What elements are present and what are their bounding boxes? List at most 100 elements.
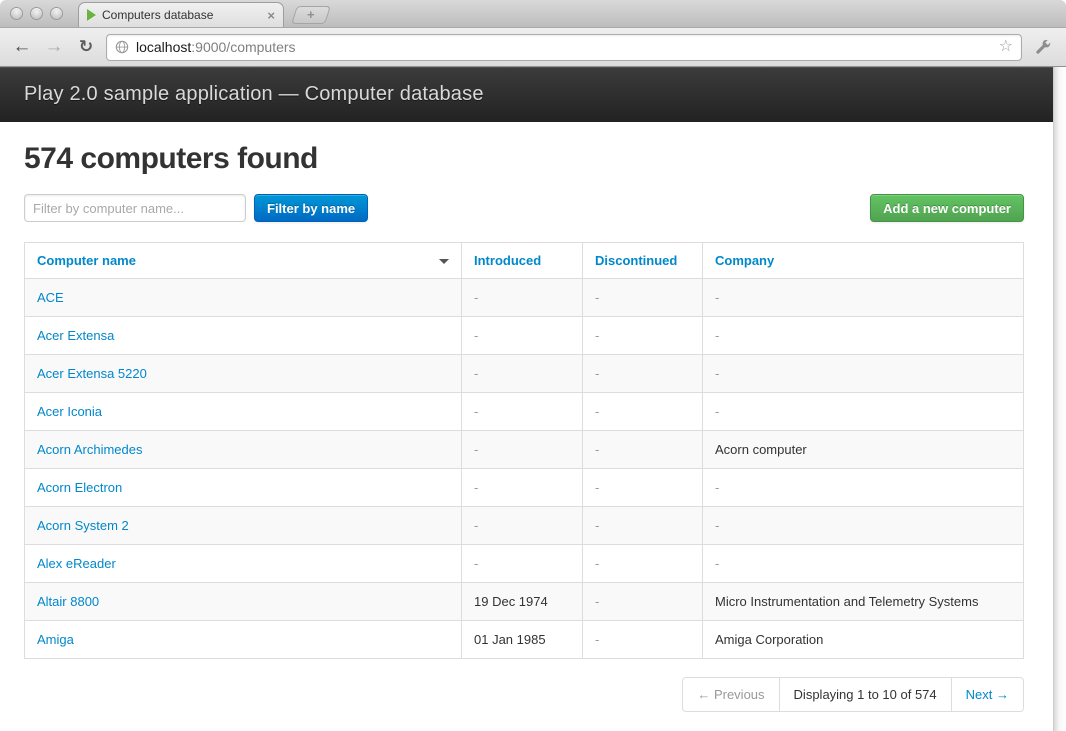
- table-row: Altair 8800 19 Dec 1974-Micro Instrumenta…: [25, 583, 1024, 621]
- url-bar[interactable]: localhost:9000/computers ☆: [106, 34, 1022, 61]
- page-body: 574 computers found Filter by name Add a…: [0, 122, 1053, 731]
- wrench-menu-button[interactable]: [1030, 34, 1056, 60]
- computer-name-cell: Alex eReader: [25, 545, 462, 583]
- computers-table: Computer name Introduced Discontinued Co…: [24, 242, 1024, 659]
- pagination: ← Previous Displaying 1 to 10 of 574 Nex…: [682, 677, 1024, 712]
- actions-bar: Filter by name Add a new computer: [24, 194, 1024, 222]
- computer-link[interactable]: Acorn Electron: [37, 480, 122, 495]
- computer-name-cell: Acorn Electron: [25, 469, 462, 507]
- company-cell: -: [703, 355, 1024, 393]
- close-tab-icon[interactable]: ×: [267, 9, 275, 22]
- minimize-window-button[interactable]: [30, 7, 43, 20]
- computer-link[interactable]: Acer Iconia: [37, 404, 102, 419]
- pagination-status-item: Displaying 1 to 10 of 574: [780, 677, 952, 712]
- previous-button[interactable]: ← Previous: [682, 677, 779, 712]
- column-header-company[interactable]: Company: [703, 243, 1024, 279]
- introduced-cell: -: [462, 507, 583, 545]
- url-text[interactable]: localhost:9000/computers: [136, 39, 992, 55]
- bookmark-star-icon[interactable]: ☆: [999, 39, 1013, 55]
- pagination-previous-item: ← Previous: [682, 677, 779, 712]
- introduced-cell: -: [462, 355, 583, 393]
- introduced-cell: -: [462, 431, 583, 469]
- computer-link[interactable]: ACE: [37, 290, 64, 305]
- computer-link[interactable]: Amiga: [37, 632, 74, 647]
- column-header-computer-name[interactable]: Computer name: [25, 243, 462, 279]
- introduced-cell: -: [462, 545, 583, 583]
- next-button[interactable]: Next →: [951, 677, 1024, 712]
- computer-name-cell: Acer Iconia: [25, 393, 462, 431]
- sort-caret-icon: [439, 259, 449, 264]
- pagination-bar: ← Previous Displaying 1 to 10 of 574 Nex…: [24, 677, 1024, 712]
- table-row: ACE---: [25, 279, 1024, 317]
- column-header-introduced[interactable]: Introduced: [462, 243, 583, 279]
- content-area: Play 2.0 sample application — Computer d…: [0, 67, 1066, 731]
- table-header: Computer name Introduced Discontinued Co…: [25, 243, 1024, 279]
- table-row: Amiga 01 Jan 1985-Amiga Corporation: [25, 621, 1024, 659]
- discontinued-cell: -: [583, 507, 703, 545]
- new-tab-button[interactable]: +: [291, 6, 331, 24]
- introduced-cell: 01 Jan 1985: [462, 621, 583, 659]
- add-computer-button[interactable]: Add a new computer: [870, 194, 1024, 222]
- discontinued-cell: -: [583, 545, 703, 583]
- new-tab-icon: +: [307, 8, 315, 22]
- filter-input[interactable]: [24, 194, 246, 222]
- computer-name-cell: Altair 8800: [25, 583, 462, 621]
- table-row: Acorn Archimedes--Acorn computer: [25, 431, 1024, 469]
- company-cell: -: [703, 317, 1024, 355]
- table-row: Acer Iconia---: [25, 393, 1024, 431]
- computer-link[interactable]: Acorn System 2: [37, 518, 129, 533]
- close-window-button[interactable]: [10, 7, 23, 20]
- company-cell: Amiga Corporation: [703, 621, 1024, 659]
- computer-link[interactable]: Altair 8800: [37, 594, 99, 609]
- computer-name-cell: Acer Extensa 5220: [25, 355, 462, 393]
- browser-window: Computers database × + ← → ↻ localhost:9…: [0, 0, 1066, 731]
- pagination-next-item: Next →: [952, 677, 1024, 712]
- computer-name-cell: Acorn Archimedes: [25, 431, 462, 469]
- company-cell: Acorn computer: [703, 431, 1024, 469]
- table-row: Alex eReader---: [25, 545, 1024, 583]
- computer-link[interactable]: Acorn Archimedes: [37, 442, 143, 457]
- wrench-icon: [1034, 38, 1052, 56]
- discontinued-cell: -: [583, 621, 703, 659]
- computer-link[interactable]: Acer Extensa: [37, 328, 114, 343]
- scrollbar-track[interactable]: [1053, 67, 1066, 731]
- pagination-status: Displaying 1 to 10 of 574: [779, 677, 952, 712]
- computer-link[interactable]: Acer Extensa 5220: [37, 366, 147, 381]
- tab-title: Computers database: [102, 8, 261, 22]
- discontinued-cell: -: [583, 583, 703, 621]
- filter-button[interactable]: Filter by name: [254, 194, 368, 222]
- computer-link[interactable]: Alex eReader: [37, 556, 116, 571]
- discontinued-cell: -: [583, 355, 703, 393]
- column-header-label: Computer name: [37, 253, 136, 268]
- app-navbar: Play 2.0 sample application — Computer d…: [0, 67, 1053, 122]
- company-cell: Micro Instrumentation and Telemetry Syst…: [703, 583, 1024, 621]
- computer-name-cell: Acorn System 2: [25, 507, 462, 545]
- window-controls: [10, 7, 63, 20]
- back-icon[interactable]: ←: [10, 35, 34, 59]
- company-cell: -: [703, 393, 1024, 431]
- discontinued-cell: -: [583, 317, 703, 355]
- zoom-window-button[interactable]: [50, 7, 63, 20]
- page-column: Play 2.0 sample application — Computer d…: [0, 67, 1053, 731]
- url-host: localhost: [136, 39, 191, 55]
- app-title: Play 2.0 sample application — Computer d…: [24, 83, 484, 106]
- column-header-discontinued[interactable]: Discontinued: [583, 243, 703, 279]
- company-cell: -: [703, 507, 1024, 545]
- computer-name-cell: Amiga: [25, 621, 462, 659]
- page-title: 574 computers found: [24, 142, 1024, 176]
- introduced-cell: -: [462, 279, 583, 317]
- introduced-cell: 19 Dec 1974: [462, 583, 583, 621]
- browser-tab[interactable]: Computers database ×: [78, 2, 284, 27]
- globe-icon: [115, 40, 129, 54]
- computer-name-cell: ACE: [25, 279, 462, 317]
- reload-icon[interactable]: ↻: [74, 35, 98, 59]
- company-cell: -: [703, 469, 1024, 507]
- header-row: Computer name Introduced Discontinued Co…: [25, 243, 1024, 279]
- table-row: Acer Extensa---: [25, 317, 1024, 355]
- introduced-cell: -: [462, 393, 583, 431]
- computer-name-cell: Acer Extensa: [25, 317, 462, 355]
- introduced-cell: -: [462, 469, 583, 507]
- discontinued-cell: -: [583, 393, 703, 431]
- company-cell: -: [703, 279, 1024, 317]
- tab-strip: Computers database × +: [0, 0, 1066, 28]
